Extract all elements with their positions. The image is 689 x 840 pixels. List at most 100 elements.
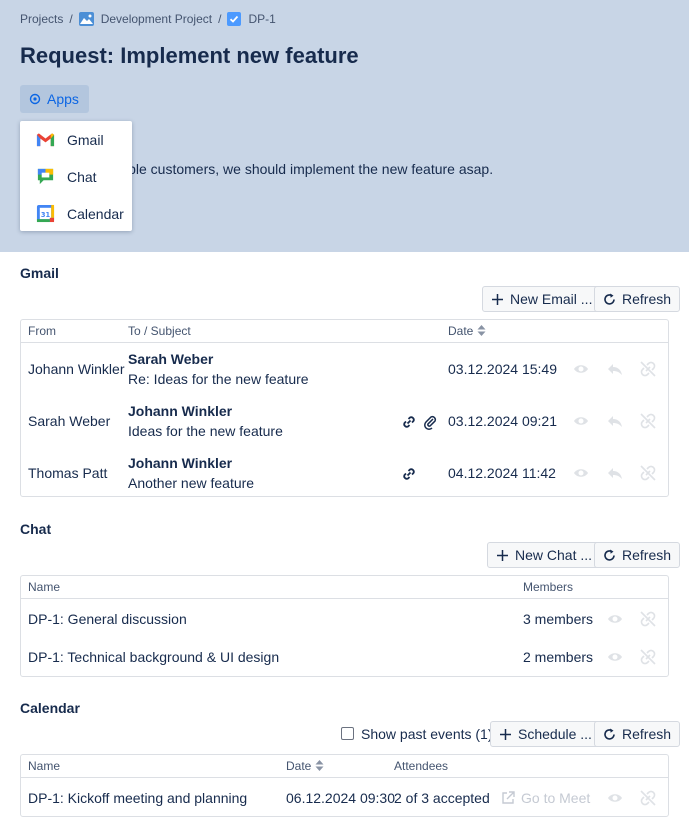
menu-item-chat[interactable]: Chat	[20, 158, 132, 195]
new-email-button[interactable]: New Email ...	[482, 286, 602, 312]
menu-item-label: Gmail	[67, 131, 104, 148]
refresh-label: Refresh	[622, 291, 672, 307]
menu-item-calendar[interactable]: 31 Calendar	[20, 195, 132, 232]
schedule-button[interactable]: Schedule ...	[490, 721, 601, 747]
col-date-label: Date	[286, 759, 312, 773]
svg-text:31: 31	[41, 211, 51, 219]
col-name: Name	[28, 580, 61, 594]
calendar-refresh-button[interactable]: Refresh	[594, 721, 681, 747]
email-date: 03.12.2024 09:21	[448, 413, 557, 429]
col-date[interactable]: Date	[448, 324, 486, 338]
calendar-table: Name Date Attendees DP-1: Kickoff meetin…	[20, 754, 669, 817]
schedule-label: Schedule ...	[518, 726, 592, 742]
task-checkbox-icon	[227, 12, 242, 26]
email-subject: Ideas for the new feature	[128, 423, 283, 439]
sort-icon	[477, 325, 486, 336]
view-icon[interactable]	[573, 413, 589, 429]
refresh-label: Refresh	[622, 726, 672, 742]
show-past-events-checkbox[interactable]	[341, 727, 354, 740]
chat-name: DP-1: General discussion	[28, 611, 187, 627]
view-icon[interactable]	[607, 790, 623, 806]
table-header: From To / Subject Date	[21, 320, 668, 343]
event-date: 06.12.2024 09:30	[286, 790, 395, 806]
chat-name: DP-1: Technical background & UI design	[28, 649, 280, 665]
plus-icon	[500, 728, 511, 740]
breadcrumb-project[interactable]: Development Project	[101, 12, 212, 26]
breadcrumb: Projects / Development Project / DP-1	[20, 12, 276, 26]
view-icon[interactable]	[607, 611, 623, 627]
reply-icon[interactable]	[607, 361, 623, 377]
menu-item-label: Calendar	[67, 205, 124, 222]
new-chat-button[interactable]: New Chat ...	[487, 542, 602, 568]
page-title: Request: Implement new feature	[20, 43, 359, 68]
unlink-icon[interactable]	[640, 790, 656, 806]
email-date: 04.12.2024 11:42	[448, 465, 556, 481]
gmail-section-title: Gmail	[20, 265, 59, 281]
email-to: Johann Winkler	[128, 455, 233, 471]
go-to-meet-label: Go to Meet	[521, 790, 591, 806]
apps-button-label: Apps	[47, 91, 79, 107]
col-date-label: Date	[448, 324, 474, 338]
table-row[interactable]: DP-1: General discussion 3 members	[21, 599, 668, 638]
chat-section-title: Chat	[20, 521, 52, 537]
gmail-icon	[36, 133, 55, 147]
gmail-refresh-button[interactable]: Refresh	[594, 286, 681, 312]
menu-item-gmail[interactable]: Gmail	[20, 121, 132, 158]
email-from: Sarah Weber	[28, 413, 111, 429]
table-row[interactable]: Sarah Weber Johann Winkler Ideas for the…	[21, 395, 668, 447]
apps-button[interactable]: Apps	[20, 85, 89, 113]
link-icon	[403, 468, 415, 480]
email-subject: Re: Ideas for the new feature	[128, 371, 309, 387]
email-to: Sarah Weber	[128, 351, 214, 367]
project-avatar-icon	[78, 12, 94, 26]
email-subject: Another new feature	[128, 475, 255, 491]
refresh-icon	[604, 728, 615, 740]
table-row[interactable]: DP-1: Kickoff meeting and planning 06.12…	[21, 778, 668, 816]
calendar-icon: 31	[36, 204, 55, 223]
apps-gear-icon	[29, 93, 41, 105]
col-to-subject: To / Subject	[128, 324, 191, 338]
breadcrumb-separator: /	[218, 12, 222, 26]
event-attendees: 2 of 3 accepted	[394, 790, 490, 806]
unlink-icon[interactable]	[640, 465, 656, 481]
calendar-section-title: Calendar	[20, 700, 80, 716]
breadcrumb-separator: /	[69, 12, 73, 26]
table-row[interactable]: Johann Winkler Sarah Weber Re: Ideas for…	[21, 343, 668, 395]
attachment-icon	[424, 415, 437, 430]
email-date: 03.12.2024 15:49	[448, 361, 557, 377]
go-to-meet-button[interactable]: Go to Meet	[501, 790, 590, 806]
unlink-icon[interactable]	[640, 413, 656, 429]
view-icon[interactable]	[607, 649, 623, 665]
chat-members: 3 members	[523, 611, 594, 627]
view-icon[interactable]	[573, 465, 589, 481]
breadcrumb-issue-key[interactable]: DP-1	[248, 12, 275, 26]
new-email-label: New Email ...	[510, 291, 593, 307]
breadcrumb-projects[interactable]: Projects	[20, 12, 63, 26]
col-from: From	[28, 324, 56, 338]
table-row[interactable]: Thomas Patt Johann Winkler Another new f…	[21, 447, 668, 499]
refresh-icon	[604, 293, 615, 305]
col-date[interactable]: Date	[286, 759, 324, 773]
col-members: Members	[523, 580, 574, 594]
unlink-icon[interactable]	[640, 649, 656, 665]
link-icon	[403, 416, 415, 428]
plus-icon	[497, 549, 508, 561]
reply-icon[interactable]	[607, 413, 623, 429]
chat-table: Name Members DP-1: General discussion 3 …	[20, 575, 669, 677]
table-row[interactable]: DP-1: Technical background & UI design 2…	[21, 638, 668, 677]
col-name: Name	[28, 759, 61, 773]
sort-icon	[315, 760, 324, 771]
gmail-table: From To / Subject Date Johann Winkler Sa…	[20, 319, 669, 497]
unlink-icon[interactable]	[640, 611, 656, 627]
email-to: Johann Winkler	[128, 403, 233, 419]
email-from: Thomas Patt	[28, 465, 108, 481]
view-icon[interactable]	[573, 361, 589, 377]
table-header: Name Members	[21, 576, 668, 599]
chat-refresh-button[interactable]: Refresh	[594, 542, 681, 568]
new-chat-label: New Chat ...	[515, 547, 593, 563]
reply-icon[interactable]	[607, 465, 623, 481]
chat-members: 2 members	[523, 649, 594, 665]
show-past-events-label[interactable]: Show past events (1)	[361, 726, 493, 742]
unlink-icon[interactable]	[640, 361, 656, 377]
external-link-icon	[502, 791, 515, 804]
